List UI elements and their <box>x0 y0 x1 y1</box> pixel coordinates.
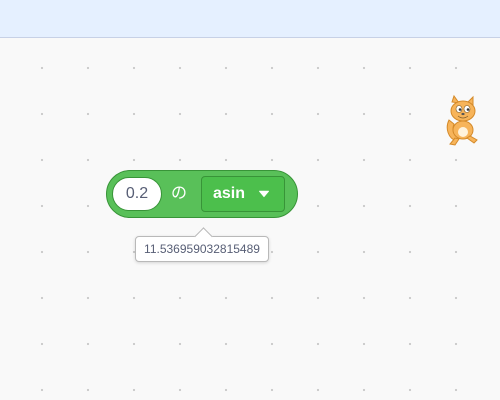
caret-down-icon <box>259 190 269 198</box>
result-tooltip: 11.536959032815489 <box>135 227 269 262</box>
dropdown-value: asin <box>213 185 246 202</box>
tooltip-value: 11.536959032815489 <box>144 242 260 256</box>
scratch-cat-icon <box>446 94 478 146</box>
math-function-dropdown[interactable]: asin <box>201 176 285 212</box>
top-toolbar <box>0 0 500 38</box>
of-label: の <box>171 185 188 202</box>
operator-mathop-block[interactable]: 0.2 の asin <box>106 170 298 218</box>
code-workspace[interactable]: 0.2 の asin 11.536959032815489 <box>0 38 500 400</box>
number-input[interactable]: 0.2 <box>112 177 162 211</box>
